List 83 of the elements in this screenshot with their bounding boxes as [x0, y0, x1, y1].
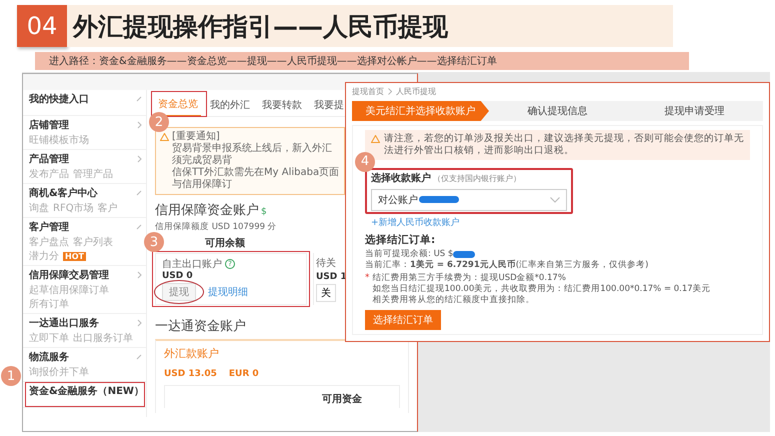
sidebar-link[interactable]: 所有订单	[29, 297, 69, 311]
section-title: 选择结汇订单:	[365, 232, 436, 247]
progress-step: 美元结汇并选择收款账户	[352, 101, 489, 121]
select-order-button[interactable]: 选择结汇订单	[365, 310, 441, 330]
sidebar-item[interactable]: 信用保障交易管理	[29, 268, 109, 282]
slide-number: 04	[17, 5, 67, 47]
redaction-mark	[419, 196, 459, 204]
highlight-ellipse	[154, 280, 204, 304]
column-header: 可用余额	[204, 236, 246, 250]
tab[interactable]: 我的外汇	[207, 94, 253, 116]
sidebar-link[interactable]: 起草信用保障订单	[29, 283, 109, 297]
sidebar-link[interactable]: 旺铺模板市场	[29, 133, 89, 147]
balance-text: 当前可提现余额: US $	[365, 248, 454, 260]
fee-text: 相关费用将从您的结汇额度中直接扣除。	[372, 294, 536, 306]
chevron-icon	[388, 88, 392, 95]
step-marker: 4	[355, 152, 375, 172]
caret-icon	[550, 196, 560, 203]
field-label: 选择收款账户	[371, 171, 431, 185]
sidebar-item[interactable]: 产品管理	[29, 152, 69, 166]
sidebar-item[interactable]: 店铺管理	[29, 118, 69, 132]
sidebar-link[interactable]: 出口服务订单	[73, 331, 133, 345]
account-amount: USD 0	[162, 271, 194, 281]
account-name: 自主出口账户	[162, 258, 222, 271]
sidebar-item[interactable]: 我的快捷入口	[29, 92, 89, 106]
chevron-icon	[137, 319, 142, 327]
tab[interactable]: 我要转款	[259, 94, 305, 116]
slash-icon	[136, 354, 142, 360]
sidebar-link[interactable]: 管理产品	[73, 167, 113, 181]
withdraw-details-link[interactable]: 提现明细	[208, 285, 248, 299]
redaction-mark	[453, 250, 476, 258]
sidebar-item[interactable]: 物流服务	[29, 350, 69, 364]
sidebar-item[interactable]: 一达通出口服务	[29, 316, 99, 330]
step-marker: 2	[149, 112, 169, 132]
step-marker: 3	[144, 232, 164, 252]
warning-icon	[160, 133, 169, 141]
sidebar-link[interactable]: 客户	[98, 201, 118, 215]
slash-icon	[136, 224, 142, 230]
section-title: 信用保障资金账户	[155, 202, 259, 219]
fee-text: 如您当日结汇提现100.00美元，共收取费用为：结汇费用100.00*0.17% = 0.17美元	[372, 284, 711, 294]
chevron-icon	[137, 155, 142, 163]
sidebar-link[interactable]: 客户盘点	[29, 235, 69, 249]
sidebar-link[interactable]: 客户列表	[73, 235, 113, 249]
sidebar-link[interactable]: 发布产品	[29, 167, 69, 181]
sidebar-item[interactable]: 客户管理	[29, 220, 69, 234]
section-title: 一达通资金账户	[155, 318, 246, 335]
dollar-icon: $	[261, 207, 267, 217]
fee-text: 结汇费用第三方手续费为：提现USD金额*0.17%	[372, 272, 567, 284]
chevron-icon	[137, 121, 142, 129]
action-button[interactable]: 关	[316, 284, 336, 302]
sidebar-link[interactable]: 潜力分	[29, 249, 59, 263]
warning-icon	[371, 135, 380, 143]
field-hint: （仅支持国内银行账户）	[433, 172, 521, 184]
credit-limit: 信用保障额度 USD 107999 分	[155, 221, 277, 233]
balance-amount: USD 13.05	[164, 369, 217, 379]
column-header: 可用资金	[322, 392, 362, 407]
sidebar-link[interactable]: 立即下单	[29, 331, 69, 345]
exchange-rate-text: 当前汇率：1美元 = 6.7291元人民币(汇率来自第三方服务，仅供参考)	[365, 260, 650, 271]
progress-step: 确认提现信息	[489, 101, 626, 121]
notice-text: 信保TT外汇款需先在My Alibaba页面与信用保障订	[171, 167, 340, 191]
slash-icon	[136, 190, 142, 196]
required-mark: *	[365, 272, 370, 285]
slide-title: 外汇提现操作指引——人民币提现	[67, 5, 673, 47]
sidebar-link[interactable]: 询盘	[29, 201, 49, 215]
add-account-link[interactable]: +新增人民币收款账户	[365, 216, 750, 229]
hot-badge: HOT	[63, 252, 86, 260]
chevron-icon	[137, 271, 142, 279]
sidebar-item[interactable]: 商机&客户中心	[29, 186, 98, 200]
breadcrumb-link[interactable]: 人民币提现	[396, 86, 436, 97]
card-title: 外汇款账户	[164, 346, 220, 361]
tab[interactable]: 我要提	[311, 94, 347, 116]
sidebar-link[interactable]: RFQ市场	[53, 201, 94, 215]
slash-icon	[136, 96, 142, 102]
notice-title: [重要通知]	[172, 131, 220, 142]
balance-amount: EUR 0	[228, 369, 259, 379]
breadcrumb-link[interactable]: 提现首页	[352, 86, 384, 97]
notice-text: 贸易背景申报系统上线后，新入外汇须完成贸易背	[171, 143, 333, 166]
account-name: 待关	[316, 256, 337, 270]
sidebar-link[interactable]: 询报价并下单	[29, 365, 89, 379]
account-dropdown[interactable]: 对公账户	[371, 188, 567, 211]
warning-text: 请注意，若您的订单涉及报关出口，建议选择美元提现，否则可能会使您的订单无法进行外管出口核销，进而影响出口退税。	[384, 133, 744, 157]
progress-step: 提现申请受理	[626, 101, 763, 121]
navigation-path: 进入路径：资金&金融服务——资金总览——提现——人民币提现——选择对公帐户——选择结汇订单	[35, 52, 689, 70]
step-marker: 1	[1, 366, 21, 386]
